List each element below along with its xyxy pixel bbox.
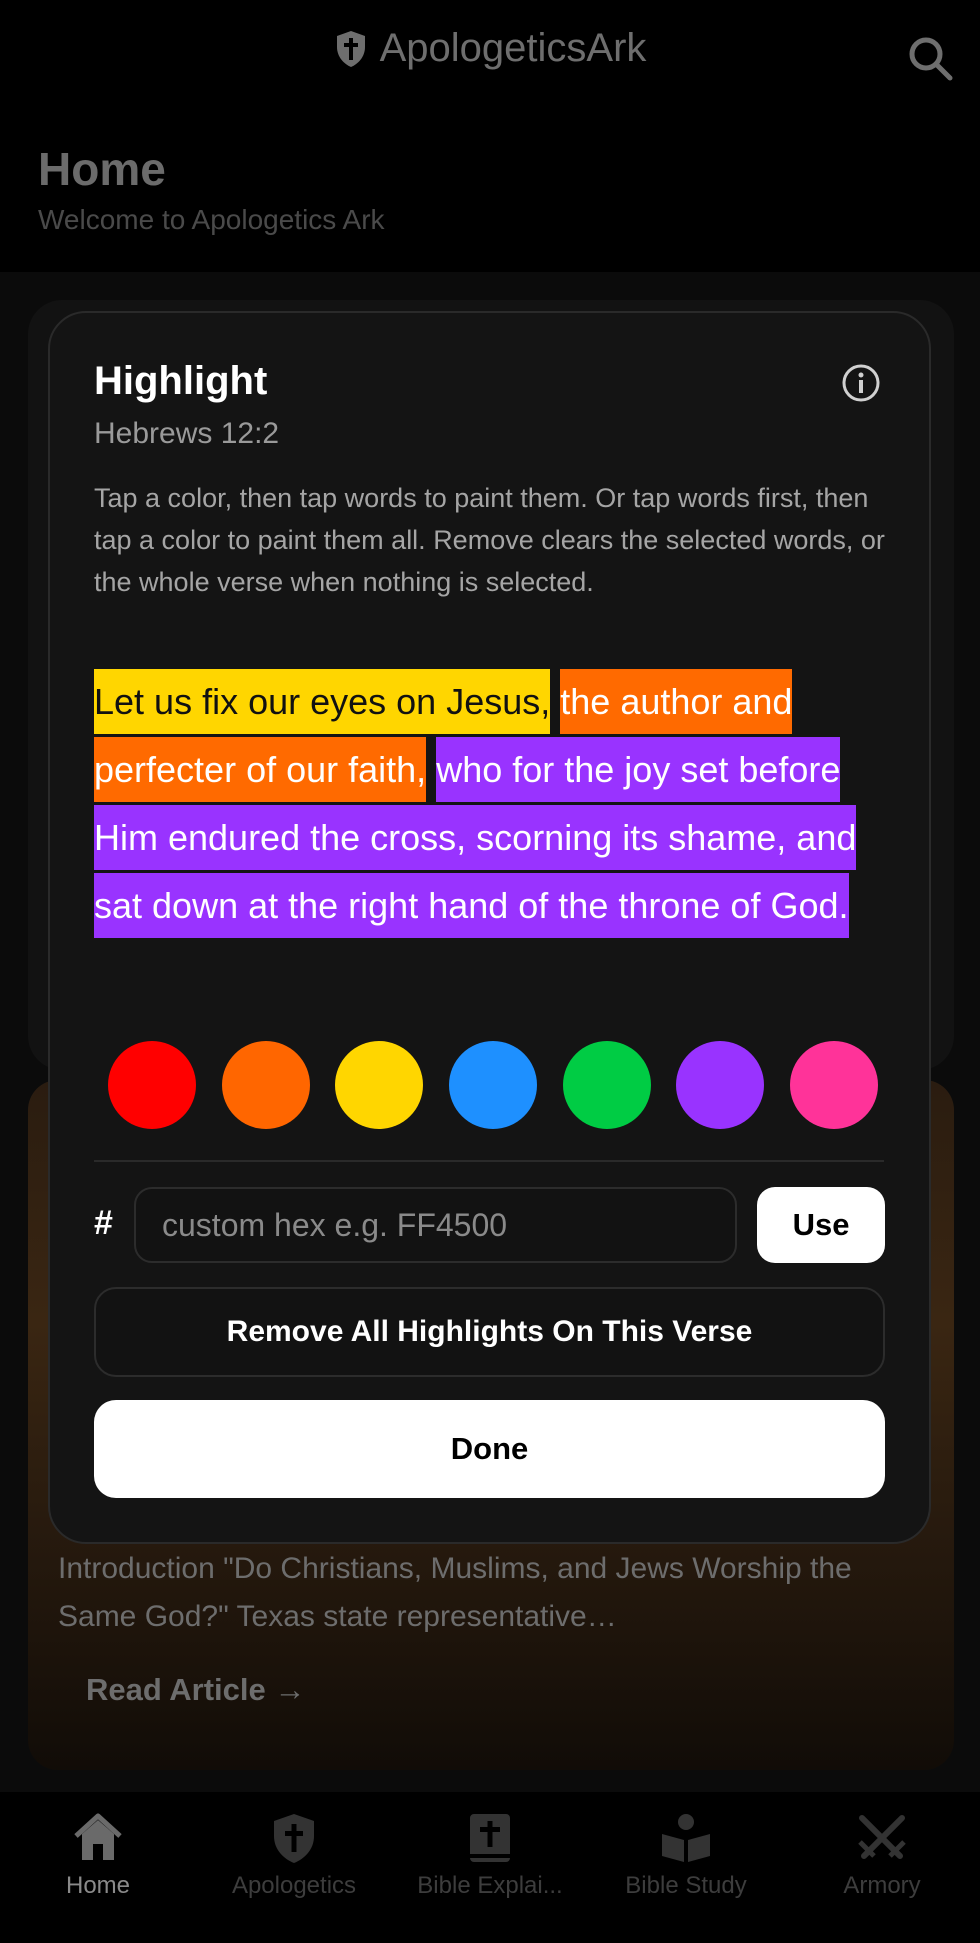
- color-swatches: [108, 1041, 878, 1129]
- nav-item-home[interactable]: Home: [0, 1792, 196, 1943]
- reader-book-icon: [662, 1814, 710, 1862]
- search-icon[interactable]: [906, 34, 954, 82]
- nav-item-bible-explained[interactable]: Bible Explai...: [392, 1792, 588, 1943]
- home-icon: [74, 1813, 122, 1860]
- nav-label-apologetics: Apologetics: [231, 1872, 357, 1899]
- highlight-modal: Highlight Hebrews 12:2 Tap a color, then…: [48, 311, 931, 1544]
- nav-item-apologetics[interactable]: Apologetics: [196, 1792, 392, 1943]
- swatch-orange[interactable]: [221, 1041, 310, 1129]
- swatch-red[interactable]: [108, 1041, 196, 1129]
- bottom-nav: Home Apologetics Bible Explai... Bible S…: [0, 1792, 980, 1943]
- verse-text[interactable]: Let us fix our eyes on Jesus, the author…: [94, 668, 894, 940]
- swatch-yellow[interactable]: [335, 1041, 424, 1129]
- page-subtitle: Welcome to Apologetics Ark: [38, 204, 385, 235]
- swatch-blue[interactable]: [448, 1041, 537, 1129]
- app-header: ApologeticsArk: [0, 26, 980, 71]
- swatch-green[interactable]: [562, 1041, 651, 1129]
- swatch-purple[interactable]: [676, 1041, 765, 1129]
- nav-label-bible-study: Bible Study: [625, 1872, 747, 1899]
- verse-segment-yellow[interactable]: Let us fix our eyes on Jesus,: [94, 669, 551, 734]
- read-article-link[interactable]: Read Article →: [86, 1672, 305, 1708]
- crossed-swords-icon: [858, 1815, 906, 1859]
- use-hex-button[interactable]: Use: [757, 1187, 885, 1263]
- shield-cross-icon: [336, 30, 365, 67]
- hex-prefix: #: [94, 1204, 113, 1242]
- nav-label-armory: Armory: [843, 1872, 921, 1899]
- modal-title: Highlight: [94, 359, 268, 403]
- custom-hex-input[interactable]: [134, 1187, 737, 1263]
- nav-label-bible-explained: Bible Explai...: [417, 1872, 563, 1899]
- divider: [94, 1160, 884, 1162]
- top-bar: ApologeticsArk: [0, 0, 980, 112]
- page-title: Home: [38, 143, 166, 195]
- app-title: ApologeticsArk: [379, 26, 647, 70]
- remove-all-highlights-button[interactable]: Remove All Highlights On This Verse: [94, 1287, 885, 1377]
- done-button[interactable]: Done: [94, 1400, 885, 1498]
- article-excerpt: Introduction "Do Christians, Muslims, an…: [58, 1552, 852, 1633]
- nav-item-armory[interactable]: Armory: [784, 1792, 980, 1943]
- shield-cross-icon: [274, 1814, 314, 1863]
- highlight-instructions: Tap a color, then tap words to paint the…: [94, 483, 885, 597]
- verse-reference: Hebrews 12:2: [94, 417, 280, 450]
- page-header: Home Welcome to Apologetics Ark: [0, 112, 980, 272]
- bible-cross-icon: [470, 1814, 510, 1862]
- nav-item-bible-study[interactable]: Bible Study: [588, 1792, 784, 1943]
- nav-label-home: Home: [65, 1872, 131, 1899]
- info-icon[interactable]: [841, 363, 881, 403]
- swatch-pink[interactable]: [789, 1041, 878, 1129]
